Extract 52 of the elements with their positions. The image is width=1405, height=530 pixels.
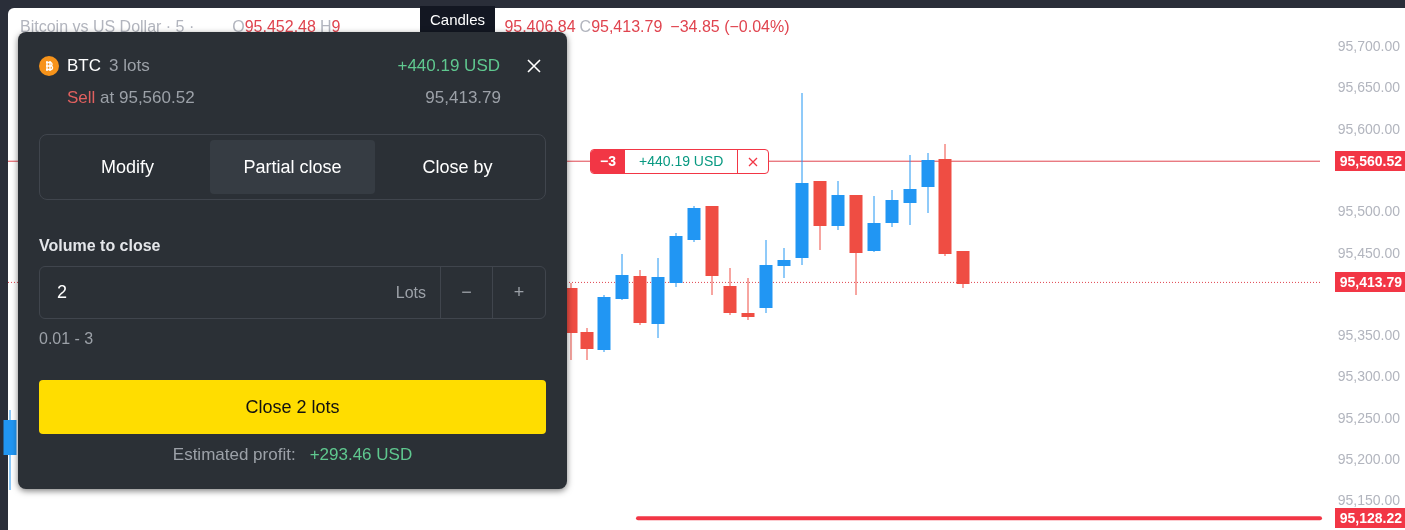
axis-label: 95,350.00 — [1337, 327, 1400, 344]
axis-label: 95,650.00 — [1337, 79, 1400, 96]
price-badge: 95,413.79 — [1334, 272, 1405, 293]
axis-label: 95,300.00 — [1337, 368, 1400, 385]
ohlc-value: 95,452.48 — [244, 17, 316, 37]
candle — [777, 247, 791, 279]
field-label: Volume to close — [39, 236, 162, 256]
coin-icon — [39, 56, 59, 76]
axis-label: 95,600.00 — [1337, 120, 1400, 137]
estimate-value: +293.46 USD — [309, 444, 413, 466]
volume-label: 3 lots — [109, 55, 150, 78]
axis-label: 95,250.00 — [1337, 409, 1400, 426]
candle — [813, 180, 827, 251]
close-lots-button[interactable]: Close 2 lots — [39, 380, 546, 434]
pnl-label: +440.19 USD — [624, 150, 739, 173]
candle — [867, 195, 881, 253]
candle — [741, 277, 755, 321]
axis-label: 95,150.00 — [1337, 492, 1400, 509]
candle — [580, 327, 594, 361]
range-hint: 0.01 - 3 — [39, 330, 94, 347]
current-price: 95,413.79 — [425, 87, 501, 110]
ohlc-label: O — [232, 17, 245, 37]
axis-label: 95,500.00 — [1337, 203, 1400, 220]
ohlc-value: 95,413.79 — [591, 17, 663, 37]
entry-label: Sell at 95,560.52 — [67, 87, 195, 110]
candle — [921, 152, 935, 214]
candle — [885, 189, 899, 228]
position-tag[interactable]: −3 +440.19 USD — [590, 149, 770, 174]
ohlc-label: H — [319, 17, 332, 37]
quantity-label: −3 — [591, 150, 625, 173]
close-icon — [527, 59, 541, 73]
ohlc-label: C — [579, 17, 592, 37]
candle — [615, 253, 629, 301]
candle — [723, 267, 737, 316]
change-value: −34.85 (−0.04%) — [670, 17, 790, 37]
symbol-title: Bitcoin vs US Dollar · 5 · — [20, 17, 195, 37]
ohlc-value: 95,406.84 — [504, 17, 576, 37]
close-icon — [748, 156, 759, 167]
axis-label: 95,700.00 — [1337, 38, 1400, 54]
symbol-label: BTC — [67, 55, 101, 78]
tab[interactable]: Partial close — [210, 140, 375, 194]
estimate-label: Estimated profit: — [172, 444, 296, 466]
price-badge: 95,128.22 — [1334, 508, 1405, 529]
ohlc-value: 9 — [331, 17, 341, 37]
pnl-label: +440.19 USD — [397, 55, 500, 78]
tab[interactable]: Modify — [45, 140, 210, 194]
tab[interactable]: Close by — [375, 140, 540, 194]
price-badge: 95,560.52 — [1334, 151, 1405, 172]
axis-label: 95,200.00 — [1337, 451, 1400, 467]
candle — [903, 154, 917, 226]
axis-label: 95,450.00 — [1337, 244, 1400, 261]
candle — [831, 180, 845, 231]
